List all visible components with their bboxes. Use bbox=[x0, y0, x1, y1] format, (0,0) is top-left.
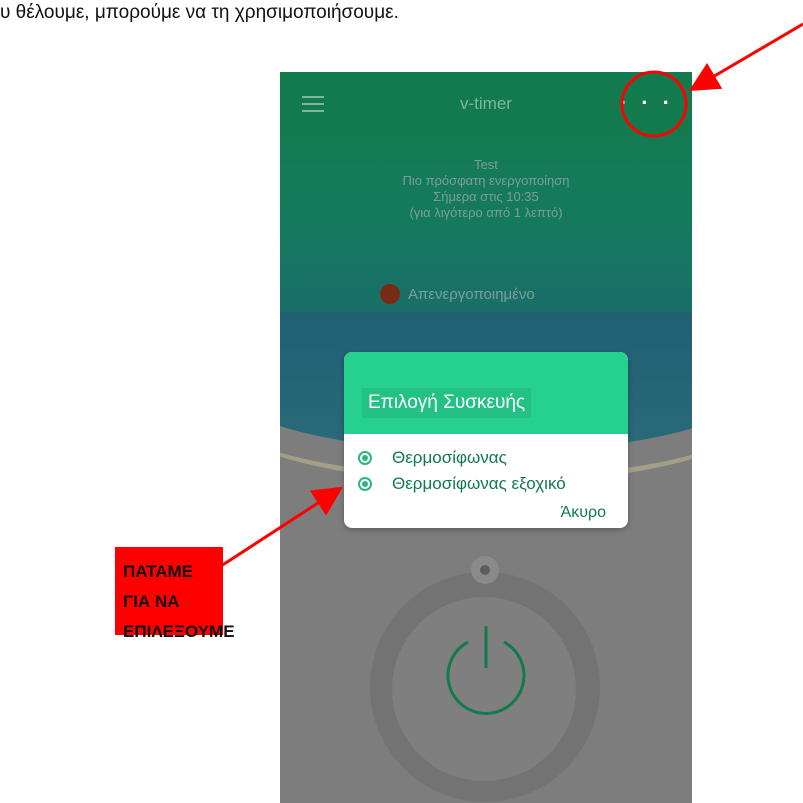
device-option-label: Θερμοσίφωνας bbox=[392, 448, 507, 467]
dialog-title: Επιλογή Συσκευής bbox=[362, 388, 532, 418]
device-state-label: Απενεργοποιημένο bbox=[408, 285, 535, 303]
annotation-callout: ΠΑΤΑΜΕ ΓΙΑ ΝΑ ΕΠΙΛΕΞΟΥΜΕ bbox=[115, 547, 235, 641]
annotation-arrow-menu bbox=[688, 22, 803, 92]
callout-line-1: ΠΑΤΑΜΕ ΓΙΑ ΝΑ bbox=[123, 562, 194, 611]
app-toolbar: v-timer · · · bbox=[280, 72, 692, 136]
document-intro-text: υ θέλουμε, μπορούμε να τη χρησιμοποιήσου… bbox=[0, 2, 399, 23]
status-info: Test Πιο πρόσφατη ενεργοποίηση Σήμερα στ… bbox=[280, 157, 692, 221]
callout-line-2: ΕΠΙΛΕΞΟΥΜΕ bbox=[123, 622, 235, 641]
last-activation-time: Σήμερα στις 10:35 bbox=[433, 189, 539, 204]
device-name: Test bbox=[474, 157, 498, 172]
radio-icon[interactable] bbox=[358, 451, 372, 465]
power-icon[interactable] bbox=[438, 620, 534, 716]
cancel-button[interactable]: Άκυρο bbox=[561, 504, 606, 522]
device-option-2[interactable]: Θερμοσίφωνας εξοχικό bbox=[358, 472, 566, 496]
device-state: Απενεργοποιημένο bbox=[380, 284, 535, 304]
device-option-1[interactable]: Θερμοσίφωνας bbox=[358, 446, 507, 470]
dialog-header: Επιλογή Συσκευής bbox=[344, 352, 628, 434]
state-indicator-icon bbox=[380, 284, 400, 304]
device-option-label: Θερμοσίφωνας εξοχικό bbox=[392, 474, 566, 493]
timer-knob[interactable] bbox=[471, 556, 499, 584]
device-selection-dialog: Επιλογή Συσκευής Θερμοσίφωνας Θερμοσίφων… bbox=[344, 352, 628, 528]
last-activation-label: Πιο πρόσφατη ενεργοποίηση bbox=[402, 173, 570, 188]
more-dots-icon[interactable]: · · · bbox=[620, 90, 674, 116]
radio-icon[interactable] bbox=[358, 477, 372, 491]
last-activation-duration: (για λιγότερο από 1 λεπτό) bbox=[409, 205, 563, 220]
